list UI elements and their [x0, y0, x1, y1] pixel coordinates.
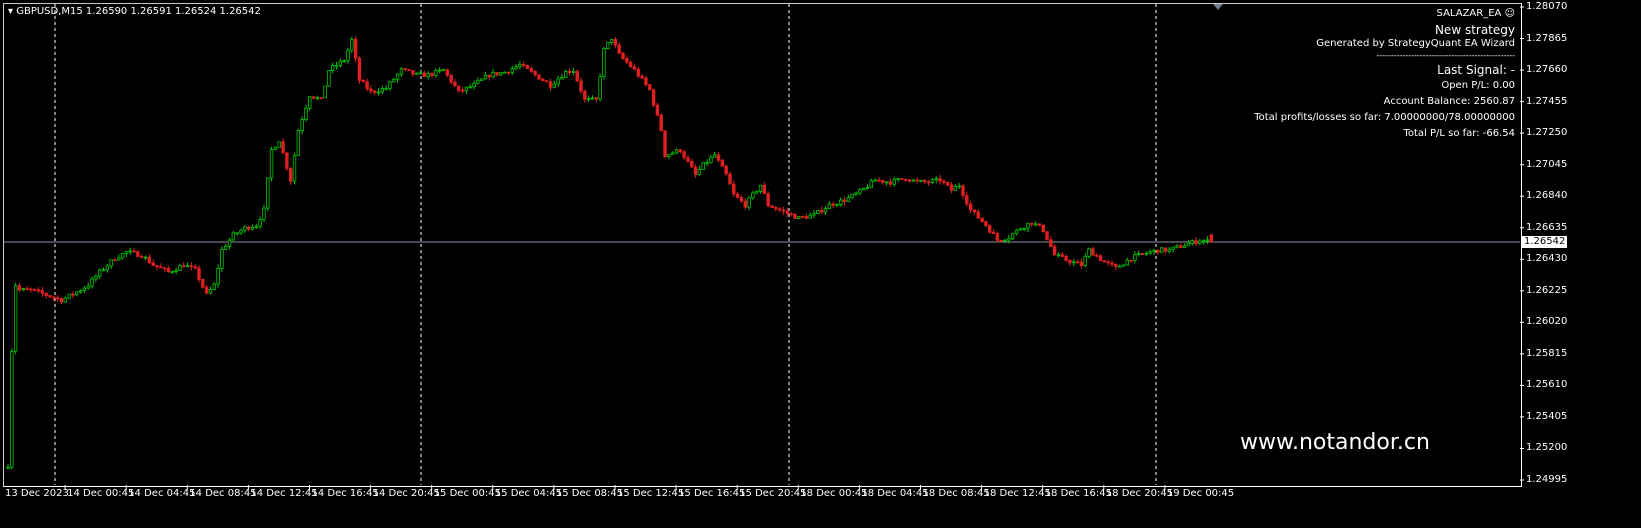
x-tick-label: 14 Dec 12:45 — [250, 488, 318, 499]
x-tick-label: 15 Dec 16:45 — [678, 488, 746, 499]
ea-info-panel: SALAZAR_EA ☺ New strategy Generated by S… — [1254, 6, 1515, 142]
x-tick-label: 18 Dec 16:45 — [1044, 488, 1112, 499]
y-tick-label: 1.28070 — [1526, 1, 1568, 12]
y-tick-label: 1.25405 — [1526, 410, 1568, 422]
x-tick-label: 14 Dec 08:45 — [189, 488, 257, 499]
watermark: www.notandor.cn — [1240, 430, 1430, 455]
x-tick-label: 15 Dec 08:45 — [555, 488, 624, 499]
chart-shift-marker-icon[interactable] — [1213, 4, 1223, 10]
strategy-name: New strategy — [1434, 23, 1515, 37]
total-pl: Total P/L so far: -66.54 — [1403, 128, 1515, 139]
x-tick-label: 18 Dec 08:45 — [922, 488, 990, 499]
x-tick-label: 18 Dec 20:45 — [1105, 488, 1174, 499]
y-tick-label: 1.26020 — [1526, 316, 1568, 328]
y-tick-label: 1.26635 — [1526, 221, 1568, 233]
y-tick-label: 1.25200 — [1526, 442, 1568, 454]
y-tick-label: 1.25815 — [1526, 347, 1568, 359]
symbol-ohlc-header[interactable]: ▾ GBPUSD,M15 1.26590 1.26591 1.26524 1.2… — [8, 6, 261, 17]
dropdown-triangle-icon[interactable]: ▾ — [8, 6, 13, 17]
x-tick-label: 18 Dec 12:45 — [983, 488, 1051, 499]
y-tick-label: 1.27045 — [1526, 158, 1568, 170]
x-tick-label: 15 Dec 04:45 — [494, 488, 563, 499]
smiley-icon[interactable]: ☺ — [1505, 8, 1515, 19]
x-tick-label: 14 Dec 16:45 — [311, 488, 379, 499]
x-tick-label: 15 Dec 20:45 — [739, 488, 807, 499]
profits-losses: Total profits/losses so far: 7.00000000/… — [1254, 112, 1515, 123]
y-tick-label: 1.27865 — [1526, 32, 1568, 44]
open-pl: Open P/L: 0.00 — [1441, 80, 1515, 91]
x-tick-label: 14 Dec 20:45 — [372, 488, 440, 499]
account-balance: Account Balance: 2560.87 — [1383, 96, 1515, 107]
separator-line: ----------------------------------------… — [1376, 51, 1515, 60]
ea-name-row: SALAZAR_EA ☺ — [1254, 6, 1515, 22]
x-tick-label: 18 Dec 00:45 — [800, 488, 868, 499]
x-tick-label: 14 Dec 00:45 — [67, 488, 135, 499]
y-tick-label: 1.25610 — [1526, 379, 1568, 391]
x-tick-label: 13 Dec 2023 — [5, 488, 69, 499]
y-tick-label: 1.26430 — [1526, 253, 1568, 265]
y-tick-label: 1.26840 — [1526, 190, 1568, 202]
y-tick-label: 1.27250 — [1526, 127, 1568, 139]
y-tick-label: 1.27455 — [1526, 95, 1568, 107]
x-tick-label: 18 Dec 04:45 — [861, 488, 929, 499]
y-tick-label: 1.26225 — [1526, 284, 1568, 296]
generated-by: Generated by StrategyQuant EA Wizard — [1316, 38, 1515, 49]
symbol-ohlc-text: GBPUSD,M15 1.26590 1.26591 1.26524 1.265… — [16, 6, 261, 17]
y-tick-label: 1.27660 — [1526, 64, 1568, 76]
ea-name: SALAZAR_EA — [1436, 8, 1502, 19]
y-tick-label: 1.24995 — [1526, 474, 1568, 485]
x-tick-label: 15 Dec 12:45 — [617, 488, 685, 499]
x-tick-label: 15 Dec 00:45 — [433, 488, 501, 499]
x-tick-label: 14 Dec 04:45 — [128, 488, 196, 499]
x-tick-label: 19 Dec 00:45 — [1166, 488, 1235, 499]
last-signal: Last Signal: - — [1437, 63, 1515, 77]
current-price-label: 1.26542 — [1522, 236, 1568, 249]
